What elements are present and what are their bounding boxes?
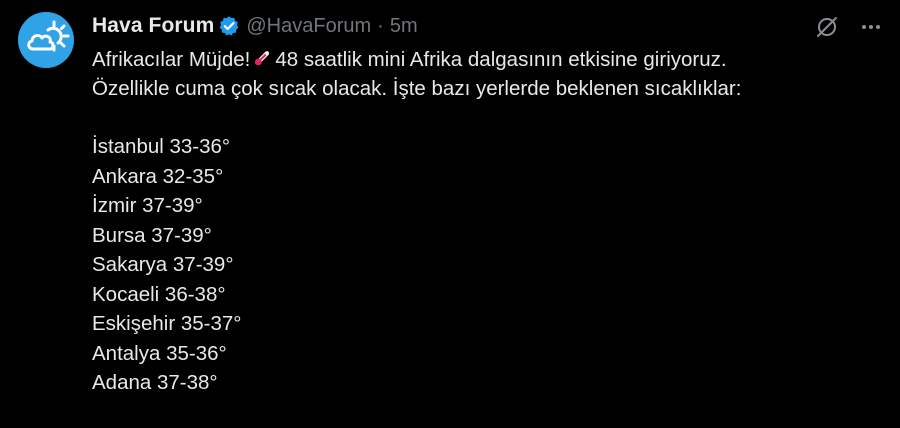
timestamp[interactable]: 5m [390,15,418,38]
grok-icon[interactable] [814,14,840,40]
thermometer-emoji-icon [252,47,272,67]
list-item: İzmir 37-39° [92,194,203,217]
cloud-sun-icon [18,12,74,68]
tweet-line-1-start: Afrikacılar Müjde! [92,48,251,71]
list-item: Adana 37-38° [92,371,218,394]
tweet-line-1: Afrikacılar Müjde! 48 saatlik mini Afrik… [92,45,882,74]
list-item: Sakarya 37-39° [92,253,234,276]
author-handle[interactable]: @HavaForum [246,15,371,38]
tweet[interactable]: Hava Forum @HavaForum · 5m Afrikacılar M… [0,0,900,428]
tweet-text: Afrikacılar Müjde! 48 saatlik mini Afrik… [92,45,882,398]
list-item: Antalya 35-36° [92,341,227,365]
tweet-actions [814,14,884,40]
tweet-header: Hava Forum @HavaForum · 5m [92,12,418,40]
list-item: Eskişehir 35-37° [92,312,242,335]
separator-dot: · [377,14,384,37]
list-item: Ankara 32-35° [92,164,224,188]
city-temperature-list: İstanbul 33-36° Ankara 32-35° İzmir 37-3… [92,132,882,398]
list-item: Kocaeli 36-38° [92,282,226,306]
list-item: İstanbul 33-36° [92,135,231,158]
author-name[interactable]: Hava Forum [92,14,214,38]
verified-badge-icon[interactable] [218,15,240,37]
avatar[interactable] [18,12,74,68]
tweet-line-1-end: 48 saatlik mini Afrika dalgasının etkisi… [275,48,727,71]
more-icon[interactable] [858,14,884,40]
list-item: Bursa 37-39° [92,223,212,247]
tweet-line-2: Özellikle cuma çok sıcak olacak. İşte ba… [92,77,742,100]
